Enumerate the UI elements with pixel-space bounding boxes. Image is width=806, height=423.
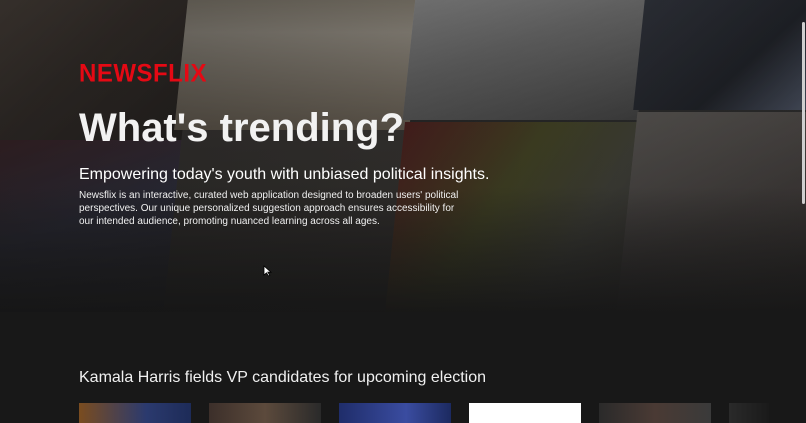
news-card-6[interactable] xyxy=(729,403,769,423)
news-section: Kamala Harris fields VP candidates for u… xyxy=(79,368,486,388)
hero-banner: NEWSFLIX What's trending? Empowering tod… xyxy=(0,0,806,312)
news-card-4[interactable] xyxy=(469,403,581,423)
news-card-2[interactable] xyxy=(209,403,321,423)
news-card-1[interactable] xyxy=(79,403,191,423)
hero-subtitle: Empowering today's youth with unbiased p… xyxy=(79,166,490,183)
news-card-row xyxy=(79,403,769,423)
news-card-5[interactable] xyxy=(599,403,711,423)
section-title: Kamala Harris fields VP candidates for u… xyxy=(79,369,487,386)
page-title: What's trending? xyxy=(79,106,405,150)
brand-logo[interactable]: NEWSFLIX xyxy=(79,59,207,88)
hero-description: Newsflix is an interactive, curated web … xyxy=(79,190,459,227)
news-card-3[interactable] xyxy=(339,403,451,423)
cursor-arrow-icon xyxy=(263,265,273,277)
hero-content: NEWSFLIX What's trending? Empowering tod… xyxy=(79,59,499,228)
scrollbar-thumb[interactable] xyxy=(802,22,805,204)
